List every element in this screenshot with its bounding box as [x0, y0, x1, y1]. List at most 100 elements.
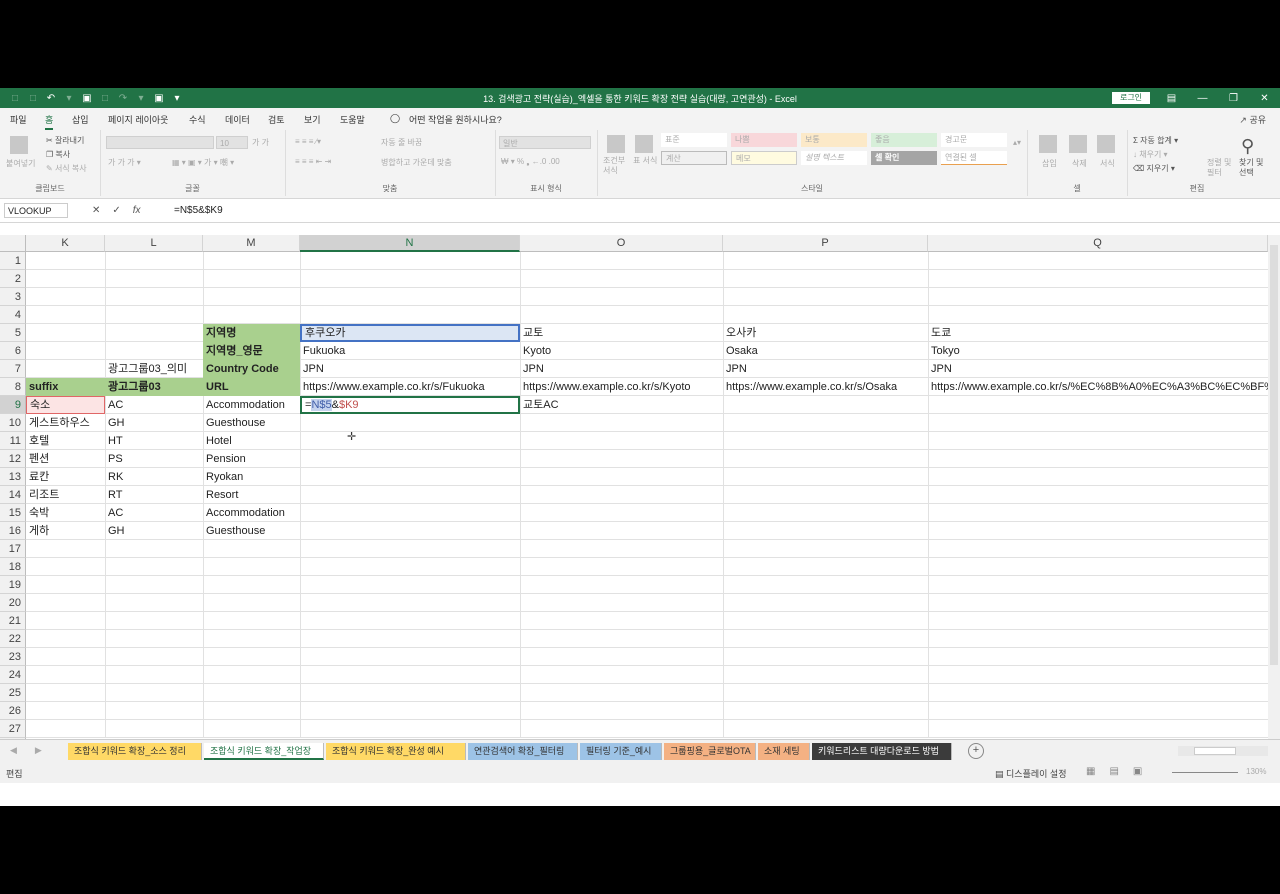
row-header-19[interactable]: 19 [0, 576, 26, 594]
column-header-q[interactable]: Q [928, 235, 1268, 252]
row-header-10[interactable]: 10 [0, 414, 26, 432]
cancel-icon[interactable]: ✕ [92, 205, 100, 216]
sheet-tab-8[interactable]: 키워드리스트 대량다운로드 방법 [812, 743, 952, 760]
cell-k13[interactable]: 료칸 [26, 468, 105, 486]
find-icon[interactable]: ⚲ [1241, 136, 1254, 157]
cell-m16[interactable]: Guesthouse [203, 522, 300, 540]
cut-button[interactable]: ✂ 잘라내기 [46, 135, 84, 146]
row-header-15[interactable]: 15 [0, 504, 26, 522]
paste-button[interactable]: 붙여넣기 [6, 158, 35, 169]
enter-icon[interactable]: ✓ [112, 205, 120, 216]
row-header-18[interactable]: 18 [0, 558, 26, 576]
select-all-corner[interactable] [0, 235, 26, 252]
style-note[interactable]: 메모 [731, 151, 797, 165]
cell-m15[interactable]: Accommodation [203, 504, 300, 522]
tab-review[interactable]: 검토 [268, 113, 285, 126]
autosum-button[interactable]: Σ 자동 합계 ▾ [1133, 135, 1178, 146]
login-button[interactable]: 로그인 [1112, 92, 1150, 104]
cell-p8[interactable]: https://www.example.co.kr/s/Osaka [723, 378, 928, 396]
cell-l9[interactable]: AC [105, 396, 203, 414]
align-top-icon[interactable]: ≡ ≡ ≡ ∕▾ [295, 137, 321, 146]
page-break-view-icon[interactable]: ▣ [1133, 766, 1142, 777]
cell-o7[interactable]: JPN [520, 360, 723, 378]
tab-page-layout[interactable]: 페이지 레이아웃 [108, 113, 168, 126]
cell-o9[interactable]: 교토AC [520, 396, 723, 414]
insert-cells-icon[interactable] [1039, 135, 1057, 153]
tab-data[interactable]: 데이터 [225, 113, 250, 126]
horizontal-scrollbar[interactable] [1178, 746, 1268, 756]
conditional-format-button[interactable]: 조건부 서식 [603, 156, 631, 176]
column-header-l[interactable]: L [105, 235, 203, 252]
column-header-n[interactable]: N [300, 235, 520, 252]
fill-button[interactable]: ↓ 채우기 ▾ [1133, 149, 1168, 160]
cell-k9[interactable]: 숙소 [26, 396, 105, 414]
insert-function-icon[interactable]: fx [133, 205, 141, 216]
row-header-16[interactable]: 16 [0, 522, 26, 540]
row-header-20[interactable]: 20 [0, 594, 26, 612]
find-select-button[interactable]: 찾기 및 선택 [1239, 158, 1267, 178]
row-header-6[interactable]: 6 [0, 342, 26, 360]
row-header-27[interactable]: 27 [0, 720, 26, 738]
cell-o8[interactable]: https://www.example.co.kr/s/Kyoto [520, 378, 723, 396]
cell-l7[interactable]: 광고그룹03_의미 [105, 360, 203, 378]
currency-icon[interactable]: ₩ ▾ % ❟ ←.0 .00 [501, 157, 560, 167]
sheet-tab-6[interactable]: 그룹핑용_글로벌OTA [664, 743, 756, 760]
cell-n8[interactable]: https://www.example.co.kr/s/Fukuoka [300, 378, 520, 396]
cell-n5[interactable]: 후쿠오카 [300, 324, 520, 342]
sheet-tab-4[interactable]: 연관검색어 확장_필터링 [468, 743, 578, 760]
style-check-cell[interactable]: 셀 확인 [871, 151, 937, 165]
cell-o6[interactable]: Kyoto [520, 342, 723, 360]
format-cells-icon[interactable] [1097, 135, 1115, 153]
font-name-box[interactable] [106, 136, 214, 149]
cell-k8[interactable]: suffix [26, 378, 105, 396]
cell-m11[interactable]: Hotel [203, 432, 300, 450]
sheet-tab-2[interactable]: 조합식 키워드 확장_작업장 [204, 743, 324, 760]
cell-l12[interactable]: PS [105, 450, 203, 468]
style-neutral[interactable]: 보통 [801, 133, 867, 147]
row-header-3[interactable]: 3 [0, 288, 26, 306]
sheet-next-icon[interactable]: ▶ [35, 745, 42, 756]
delete-cells-icon[interactable] [1069, 135, 1087, 153]
bold-icon[interactable]: 가 가 가 ▾ [108, 157, 141, 168]
row-header-26[interactable]: 26 [0, 702, 26, 720]
tab-home[interactable]: 홈 [45, 113, 54, 130]
vertical-scrollbar[interactable] [1268, 235, 1280, 739]
row-header-8[interactable]: 8 [0, 378, 26, 396]
insert-cells-button[interactable]: 삽입 [1042, 158, 1057, 169]
style-calculation[interactable]: 계산 [661, 151, 727, 165]
styles-scroll-icon[interactable]: ▴▾ [1013, 138, 1021, 147]
sheet-tab-1[interactable]: 조합식 키워드 확장_소스 정리 [68, 743, 202, 760]
cell-k12[interactable]: 펜션 [26, 450, 105, 468]
cell-m14[interactable]: Resort [203, 486, 300, 504]
row-header-13[interactable]: 13 [0, 468, 26, 486]
ribbon-display-icon[interactable]: ▤ [1156, 88, 1187, 108]
tab-insert[interactable]: 삽입 [72, 113, 89, 126]
grow-font-icon[interactable]: 가 가 [252, 137, 269, 148]
column-header-k[interactable]: K [26, 235, 105, 252]
row-header-23[interactable]: 23 [0, 648, 26, 666]
row-header-4[interactable]: 4 [0, 306, 26, 324]
cell-o5[interactable]: 교토 [520, 324, 723, 342]
cell-m10[interactable]: Guesthouse [203, 414, 300, 432]
style-explanatory[interactable]: 설명 텍스트 [801, 151, 867, 165]
sheet-tab-5[interactable]: 필터링 기준_예시 [580, 743, 662, 760]
add-sheet-icon[interactable]: + [968, 743, 984, 759]
cell-p7[interactable]: JPN [723, 360, 928, 378]
row-header-11[interactable]: 11 [0, 432, 26, 450]
name-box[interactable]: VLOOKUP [4, 203, 68, 218]
border-icon[interactable]: ▦ ▾ ▣ ▾ 가 ▾ 嘲 ▾ [172, 157, 234, 168]
restore-icon[interactable]: ❐ [1218, 88, 1249, 108]
cell-l14[interactable]: RT [105, 486, 203, 504]
style-bad[interactable]: 나쁨 [731, 133, 797, 147]
row-header-12[interactable]: 12 [0, 450, 26, 468]
row-header-17[interactable]: 17 [0, 540, 26, 558]
align-left-icon[interactable]: ≡ ≡ ≡ ⇤ ⇥ [295, 157, 331, 166]
sheet-prev-icon[interactable]: ◀ [10, 745, 17, 756]
zoom-level[interactable]: 130% [1246, 767, 1266, 776]
column-header-p[interactable]: P [723, 235, 928, 252]
paste-icon[interactable] [10, 136, 28, 154]
cell-p5[interactable]: 오사카 [723, 324, 928, 342]
minimize-icon[interactable]: — [1187, 88, 1218, 108]
page-layout-view-icon[interactable]: ▤ [1109, 766, 1118, 777]
cell-n9-editing[interactable]: =N$5&$K9 [300, 396, 520, 414]
